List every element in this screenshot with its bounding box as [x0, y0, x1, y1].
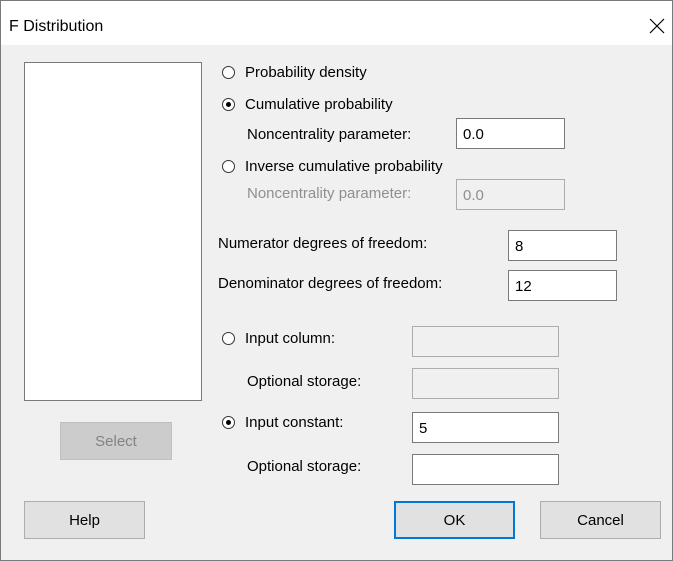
input-constant-radio[interactable]	[222, 416, 235, 429]
f-distribution-dialog: F Distribution Select Probability densit…	[0, 0, 673, 561]
input-column-field[interactable]	[412, 326, 559, 357]
numerator-df-label: Numerator degrees of freedom:	[218, 235, 428, 252]
probability-density-label: Probability density	[245, 64, 367, 81]
inverse-noncentrality-field[interactable]: 0.0	[456, 179, 565, 210]
input-column-option[interactable]: Input column:	[222, 330, 335, 347]
numerator-df-field[interactable]: 8	[508, 230, 617, 261]
cumulative-noncentrality-label: Noncentrality parameter:	[247, 126, 412, 143]
cumulative-probability-radio[interactable]	[222, 98, 235, 111]
inverse-cumulative-option[interactable]: Inverse cumulative probability	[222, 158, 443, 175]
probability-density-radio[interactable]	[222, 66, 235, 79]
inverse-cumulative-label: Inverse cumulative probability	[245, 158, 443, 175]
title-bar: F Distribution	[1, 1, 672, 45]
constant-optional-storage-field[interactable]	[412, 454, 559, 485]
input-column-label: Input column:	[245, 330, 336, 347]
select-button[interactable]: Select	[60, 422, 172, 460]
ok-button[interactable]: OK	[394, 501, 515, 539]
cumulative-probability-option[interactable]: Cumulative probability	[222, 96, 393, 113]
input-constant-option[interactable]: Input constant:	[222, 414, 343, 431]
cumulative-noncentrality-field[interactable]: 0.0	[456, 118, 565, 149]
help-button[interactable]: Help	[24, 501, 145, 539]
close-icon[interactable]	[644, 13, 670, 39]
inverse-noncentrality-label: Noncentrality parameter:	[247, 185, 412, 202]
cancel-button[interactable]: Cancel	[540, 501, 661, 539]
input-constant-field[interactable]: 5	[412, 412, 559, 443]
input-column-radio[interactable]	[222, 332, 235, 345]
window-title: F Distribution	[9, 18, 104, 35]
column-optional-storage-label: Optional storage:	[247, 373, 362, 390]
probability-density-option[interactable]: Probability density	[222, 64, 367, 81]
cumulative-probability-label: Cumulative probability	[245, 96, 393, 113]
variable-list[interactable]	[24, 62, 202, 401]
inverse-cumulative-radio[interactable]	[222, 160, 235, 173]
constant-optional-storage-label: Optional storage:	[247, 458, 362, 475]
input-constant-label: Input constant:	[245, 414, 344, 431]
denominator-df-field[interactable]: 12	[508, 270, 617, 301]
column-optional-storage-field[interactable]	[412, 368, 559, 399]
denominator-df-label: Denominator degrees of freedom:	[218, 275, 443, 292]
